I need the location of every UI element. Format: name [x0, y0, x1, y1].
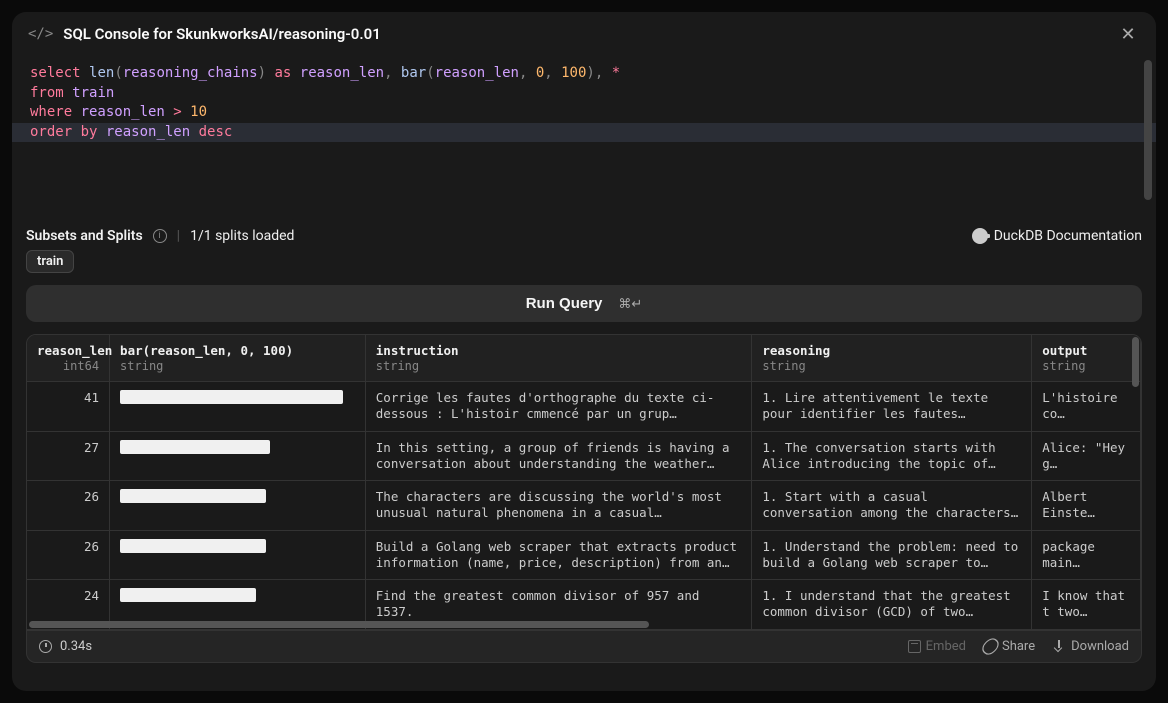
- cell-instruction: Corrige les fautes d'orthographe du text…: [365, 382, 752, 432]
- cell-reasoning: 1. The conversation starts with Alice in…: [752, 431, 1032, 481]
- modal-title: SQL Console for SkunkworksAI/reasoning-0…: [63, 25, 1106, 43]
- download-button[interactable]: Download: [1053, 639, 1129, 654]
- splits-bar: Subsets and Splits i | 1/1 splits loaded…: [12, 218, 1156, 250]
- column-header[interactable]: reason_lenint64: [27, 335, 110, 382]
- cell-output: package main "io/ioutil" ": [1032, 530, 1141, 580]
- footer-bar: 0.34s Embed Share Download: [26, 631, 1142, 663]
- table-row[interactable]: 26 The characters are discussing the worl…: [27, 481, 1141, 531]
- duckdb-docs-link[interactable]: DuckDB Documentation: [972, 228, 1142, 244]
- cell-reason-len: 27: [27, 431, 110, 481]
- cell-bar: [110, 431, 366, 481]
- editor-scrollbar[interactable]: [1144, 60, 1152, 200]
- duckdb-label: DuckDB Documentation: [994, 228, 1142, 244]
- link-icon: [979, 635, 1001, 657]
- sql-console-modal: </> SQL Console for SkunkworksAI/reasoni…: [12, 12, 1156, 691]
- bar-fill: [120, 390, 343, 404]
- bar-fill: [120, 539, 266, 553]
- cell-reason-len: 26: [27, 481, 110, 531]
- bar-fill: [120, 489, 266, 503]
- run-label: Run Query: [526, 295, 603, 312]
- split-chip[interactable]: train: [26, 250, 74, 273]
- cell-output: Albert Einste place called: [1032, 481, 1141, 531]
- column-header[interactable]: outputstring: [1032, 335, 1141, 382]
- bar-fill: [120, 588, 256, 602]
- cell-bar: [110, 481, 366, 531]
- splits-loaded: 1/1 splits loaded: [190, 228, 294, 244]
- table-vscrollbar[interactable]: [1132, 337, 1139, 387]
- sql-line[interactable]: from train: [30, 84, 1138, 104]
- split-chips: train: [12, 250, 1156, 285]
- table-hscrollbar[interactable]: [29, 621, 649, 628]
- sql-editor[interactable]: select len(reasoning_chains) as reason_l…: [12, 56, 1156, 218]
- column-header[interactable]: bar(reason_len, 0, 100)string: [110, 335, 366, 382]
- results-table-wrap: reason_lenint64bar(reason_len, 0, 100)st…: [26, 334, 1142, 631]
- close-button[interactable]: ✕: [1116, 22, 1140, 46]
- cell-reasoning: 1. I understand that the greatest common…: [752, 580, 1032, 630]
- download-icon: [1053, 640, 1066, 653]
- clock-icon: [39, 640, 52, 653]
- sql-line[interactable]: where reason_len > 10: [30, 103, 1138, 123]
- duckdb-icon: [972, 228, 988, 244]
- cell-output: I know that t two numbers i: [1032, 580, 1141, 630]
- cell-instruction: In this setting, a group of friends is h…: [365, 431, 752, 481]
- column-header[interactable]: reasoningstring: [752, 335, 1032, 382]
- query-time: 0.34s: [60, 639, 92, 654]
- table-row[interactable]: 26 Build a Golang web scraper that extrac…: [27, 530, 1141, 580]
- cell-reasoning: 1. Lire attentivement le texte pour iden…: [752, 382, 1032, 432]
- modal-header: </> SQL Console for SkunkworksAI/reasoni…: [12, 12, 1156, 56]
- table-row[interactable]: 41 Corrige les fautes d'orthographe du te…: [27, 382, 1141, 432]
- sql-line[interactable]: select len(reasoning_chains) as reason_l…: [30, 64, 1138, 84]
- cell-instruction: The characters are discussing the world'…: [365, 481, 752, 531]
- cell-output: L'histoire co informatique: [1032, 382, 1141, 432]
- cell-bar: [110, 382, 366, 432]
- cell-output: Alice: "Hey g meteorologist: [1032, 431, 1141, 481]
- table-body: 41 Corrige les fautes d'orthographe du te…: [27, 382, 1141, 630]
- bar-fill: [120, 440, 270, 454]
- run-shortcut: ⌘↵: [618, 296, 642, 312]
- code-icon: </>: [28, 26, 53, 42]
- cell-reasoning: 1. Understand the problem: need to build…: [752, 530, 1032, 580]
- cell-reasoning: 1. Start with a casual conversation amon…: [752, 481, 1032, 531]
- column-header[interactable]: instructionstring: [365, 335, 752, 382]
- separator: |: [177, 228, 180, 244]
- cell-instruction: Build a Golang web scraper that extracts…: [365, 530, 752, 580]
- results-table: reason_lenint64bar(reason_len, 0, 100)st…: [27, 335, 1141, 630]
- embed-button[interactable]: Embed: [908, 639, 966, 654]
- table-header-row: reason_lenint64bar(reason_len, 0, 100)st…: [27, 335, 1141, 382]
- share-button[interactable]: Share: [984, 639, 1035, 654]
- info-icon[interactable]: i: [153, 229, 167, 243]
- table-row[interactable]: 27 In this setting, a group of friends is…: [27, 431, 1141, 481]
- cell-reason-len: 41: [27, 382, 110, 432]
- sql-line[interactable]: order by reason_len desc: [12, 123, 1156, 143]
- run-query-button[interactable]: Run Query ⌘↵: [26, 285, 1142, 322]
- embed-icon: [908, 640, 921, 653]
- cell-reason-len: 26: [27, 530, 110, 580]
- cell-bar: [110, 530, 366, 580]
- splits-label: Subsets and Splits: [26, 228, 143, 244]
